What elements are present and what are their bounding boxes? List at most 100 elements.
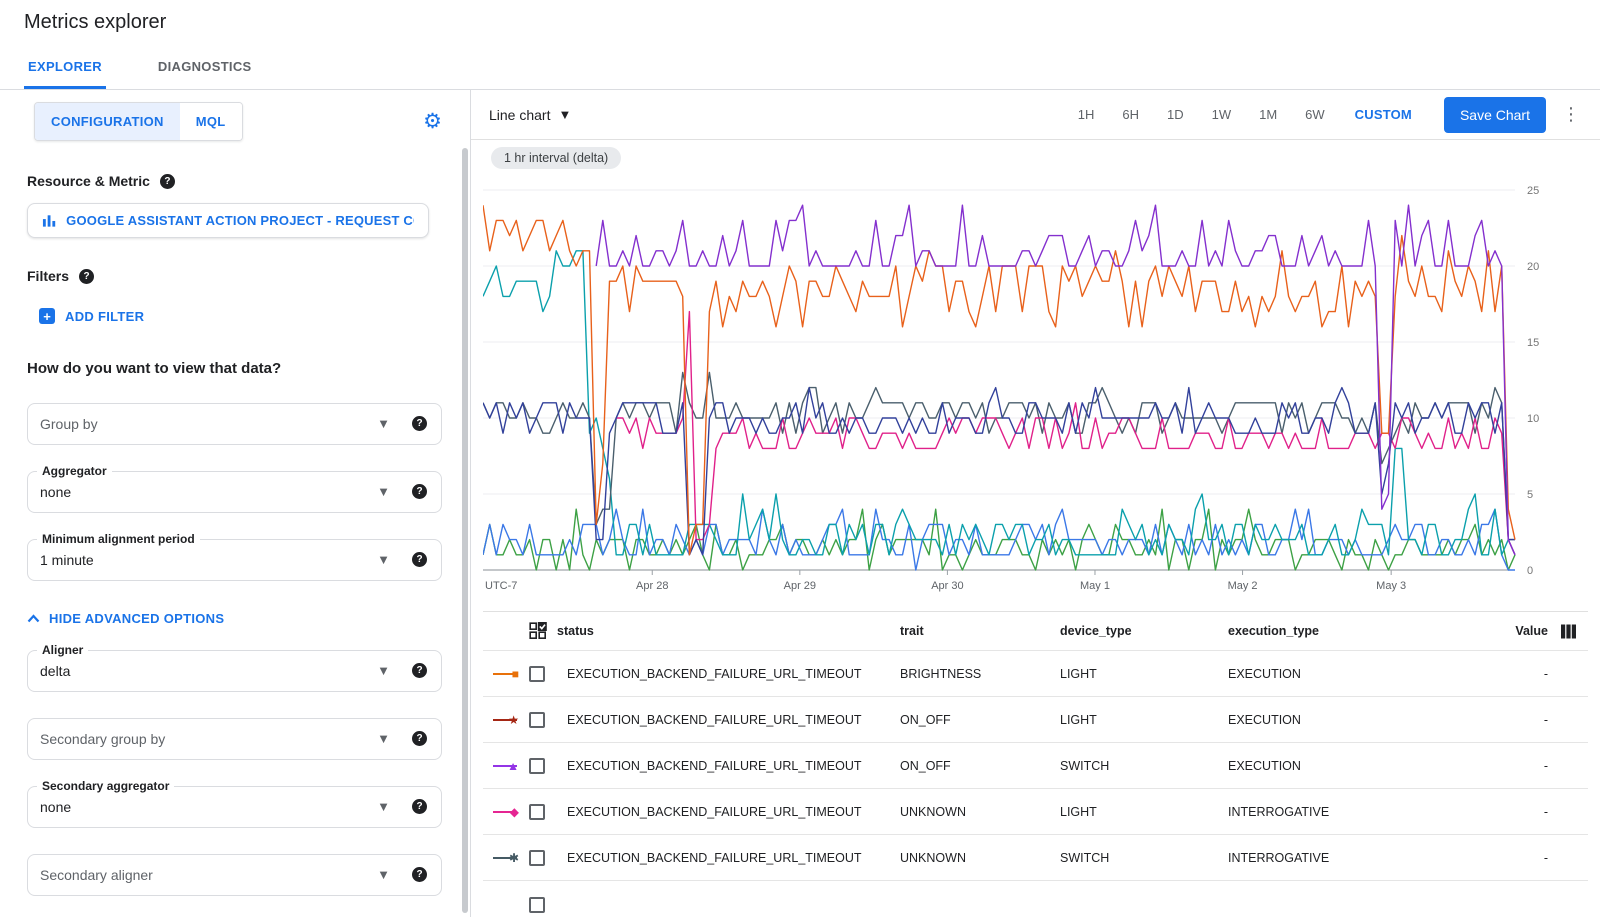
panel-scrollbar[interactable] (462, 148, 468, 913)
value-cell: - (1496, 713, 1548, 727)
chevron-down-icon: ▼ (377, 799, 390, 814)
chevron-down-icon: ▼ (377, 867, 390, 882)
page-title: Metrics explorer (24, 11, 166, 34)
aggregator-select[interactable]: Aggregator none ▼ ? (27, 471, 442, 513)
range-custom[interactable]: CUSTOM (1355, 107, 1412, 122)
column-selector-icon[interactable] (1560, 623, 1577, 640)
execution-type-cell: EXECUTION (1228, 667, 1496, 681)
bar-chart-icon (42, 213, 56, 228)
config-mql-toggle: CONFIGURATION MQL (34, 102, 243, 141)
range-1m[interactable]: 1M (1259, 107, 1277, 122)
svg-text:10: 10 (1527, 413, 1539, 425)
min-alignment-period-select[interactable]: Minimum alignment period 1 minute ▼ ? (27, 539, 442, 581)
help-icon[interactable]: ? (79, 269, 94, 284)
col-trait: trait (900, 624, 1060, 638)
series-marker: ▲ (493, 759, 519, 773)
tab-explorer[interactable]: EXPLORER (24, 44, 106, 89)
help-icon[interactable]: ? (412, 867, 427, 882)
svg-text:Apr 28: Apr 28 (636, 580, 668, 592)
col-device-type: device_type (1060, 624, 1228, 638)
row-checkbox[interactable] (529, 850, 545, 866)
range-6w[interactable]: 6W (1305, 107, 1325, 122)
row-checkbox[interactable] (529, 666, 545, 682)
chevron-down-icon: ▼ (377, 731, 390, 746)
tab-bar: EXPLORER DIAGNOSTICS (0, 44, 1600, 90)
status-cell: EXECUTION_BACKEND_FAILURE_URL_TIMEOUT (567, 851, 900, 865)
range-1d[interactable]: 1D (1167, 107, 1184, 122)
help-icon[interactable]: ? (412, 731, 427, 746)
resource-metric-chip[interactable]: GOOGLE ASSISTANT ACTION PROJECT - REQUES… (27, 203, 429, 238)
metrics-line-chart[interactable]: 0510152025Apr 28Apr 29Apr 30May 1May 2Ma… (483, 176, 1563, 596)
group-by-select[interactable]: Group by ▼ ? (27, 403, 442, 445)
range-1w[interactable]: 1W (1212, 107, 1232, 122)
status-cell: EXECUTION_BACKEND_FAILURE_URL_TIMEOUT (567, 759, 900, 773)
help-icon[interactable]: ? (412, 552, 427, 567)
help-icon[interactable]: ? (412, 416, 427, 431)
table-row: ■ EXECUTION_BACKEND_FAILURE_URL_TIMEOUT … (483, 650, 1588, 696)
col-value: Value (1496, 624, 1548, 638)
row-checkbox[interactable] (529, 804, 545, 820)
app-header: Metrics explorer (0, 0, 1600, 44)
status-cell: EXECUTION_BACKEND_FAILURE_URL_TIMEOUT (567, 667, 900, 681)
value-cell: - (1496, 805, 1548, 819)
execution-type-cell: EXECUTION (1228, 759, 1496, 773)
row-checkbox[interactable] (529, 897, 545, 913)
trait-cell: UNKNOWN (900, 851, 1060, 865)
toggle-configuration[interactable]: CONFIGURATION (35, 103, 180, 140)
secondary-aligner-select[interactable]: Secondary aligner ▼ ? (27, 854, 442, 896)
add-filter-button[interactable]: + ADD FILTER (39, 308, 144, 324)
table-header: status trait device_type execution_type … (483, 612, 1588, 650)
device-type-cell: LIGHT (1060, 667, 1228, 681)
help-icon[interactable]: ? (412, 484, 427, 499)
range-6h[interactable]: 6H (1122, 107, 1139, 122)
aligner-select[interactable]: Aligner delta ▼ ? (27, 650, 442, 692)
help-icon[interactable]: ? (412, 799, 427, 814)
trait-cell: ON_OFF (900, 759, 1060, 773)
filters-heading: Filters ? (27, 268, 442, 284)
svg-text:5: 5 (1527, 489, 1533, 501)
chart-type-select[interactable]: Line chart ▼ (489, 107, 571, 123)
col-status: status (557, 624, 594, 638)
settings-gear-icon[interactable]: ⚙ (423, 111, 442, 132)
row-checkbox[interactable] (529, 712, 545, 728)
chevron-up-icon (27, 614, 40, 623)
row-checkbox[interactable] (529, 758, 545, 774)
value-cell: - (1496, 759, 1548, 773)
plus-icon: + (39, 308, 55, 324)
trait-cell: UNKNOWN (900, 805, 1060, 819)
save-chart-button[interactable]: Save Chart (1444, 97, 1546, 133)
svg-text:UTC-7: UTC-7 (485, 580, 517, 592)
range-1h[interactable]: 1H (1078, 107, 1095, 122)
hide-advanced-options-toggle[interactable]: HIDE ADVANCED OPTIONS (27, 611, 442, 626)
table-row: ★ EXECUTION_BACKEND_FAILURE_URL_TIMEOUT … (483, 696, 1588, 742)
series-marker: ✱ (493, 851, 519, 865)
status-cell: EXECUTION_BACKEND_FAILURE_URL_TIMEOUT (567, 805, 900, 819)
help-icon[interactable]: ? (412, 663, 427, 678)
secondary-group-by-select[interactable]: Secondary group by ▼ ? (27, 718, 442, 760)
svg-text:Apr 30: Apr 30 (931, 580, 963, 592)
series-marker: ★ (493, 713, 519, 727)
chevron-down-icon: ▼ (377, 663, 390, 678)
svg-text:0: 0 (1527, 565, 1533, 577)
col-execution-type: execution_type (1228, 624, 1496, 638)
chart-panel: Line chart ▼ 1H 6H 1D 1W 1M 6W CUSTOM Sa… (471, 90, 1600, 917)
table-row: ▲ EXECUTION_BACKEND_FAILURE_URL_TIMEOUT … (483, 742, 1588, 788)
chevron-down-icon: ▼ (558, 107, 571, 122)
more-options-kebab-icon[interactable]: ⋮ (1562, 104, 1580, 125)
secondary-aggregator-select[interactable]: Secondary aggregator none ▼ ? (27, 786, 442, 828)
device-type-cell: SWITCH (1060, 851, 1228, 865)
svg-text:May 2: May 2 (1228, 580, 1258, 592)
configuration-panel: CONFIGURATION MQL ⚙ Resource & Metric ? (0, 90, 471, 917)
execution-type-cell: INTERROGATIVE (1228, 805, 1496, 819)
view-data-question: How do you want to view that data? (27, 360, 442, 377)
tab-diagnostics[interactable]: DIAGNOSTICS (154, 44, 256, 89)
trait-cell: BRIGHTNESS (900, 667, 1060, 681)
svg-text:25: 25 (1527, 185, 1539, 197)
execution-type-cell: INTERROGATIVE (1228, 851, 1496, 865)
toggle-mql[interactable]: MQL (180, 103, 242, 140)
value-cell: - (1496, 667, 1548, 681)
series-table: status trait device_type execution_type … (483, 611, 1588, 917)
chevron-down-icon: ▼ (377, 416, 390, 431)
select-all-grid-icon[interactable] (529, 622, 547, 640)
help-icon[interactable]: ? (160, 174, 175, 189)
